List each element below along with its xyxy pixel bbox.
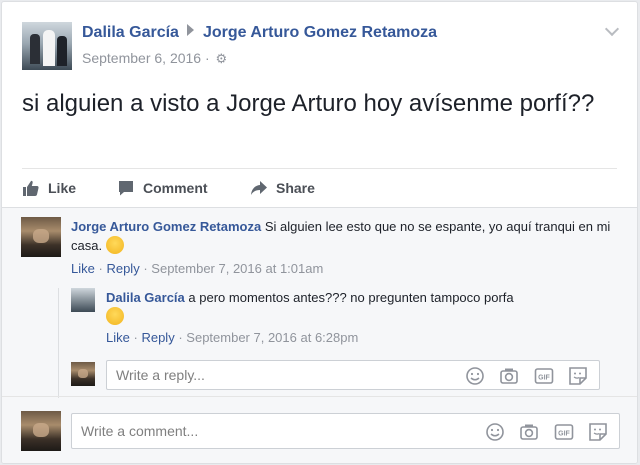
reply-input[interactable]: Write a reply... GIF bbox=[106, 360, 600, 390]
arrow-right-icon bbox=[186, 24, 194, 36]
comments-section: Jorge Arturo Gomez Retamoza Si alguien l… bbox=[2, 207, 637, 463]
reply-like-link[interactable]: Like bbox=[106, 330, 130, 345]
comment-actions: Like · Reply · September 7, 2016 at 1:01… bbox=[71, 261, 323, 276]
target-link[interactable]: Jorge Arturo Gomez Retamoza bbox=[203, 24, 437, 41]
svg-text:GIF: GIF bbox=[558, 431, 570, 438]
crying-emoji-icon bbox=[106, 307, 124, 325]
comment-like-link[interactable]: Like bbox=[71, 261, 95, 276]
smiley-icon[interactable] bbox=[484, 421, 506, 443]
post-text: si alguien a visto a Jorge Arturo hoy av… bbox=[22, 90, 595, 117]
divider bbox=[2, 396, 637, 397]
wink-emoji-icon bbox=[105, 236, 124, 254]
share-arrow-icon bbox=[251, 181, 267, 195]
reply-thread-line bbox=[58, 288, 59, 398]
gif-icon[interactable]: GIF bbox=[533, 365, 555, 387]
comment-reply-link[interactable]: Reply bbox=[106, 261, 139, 276]
share-label: Share bbox=[276, 180, 315, 196]
author-avatar[interactable] bbox=[22, 22, 72, 70]
reply-text: a pero momentos antes??? no pregunten ta… bbox=[188, 290, 514, 305]
privacy-gear-icon[interactable]: ⚙ bbox=[216, 51, 228, 66]
reply-reply-link[interactable]: Reply bbox=[141, 330, 174, 345]
svg-text:GIF: GIF bbox=[538, 375, 550, 382]
camera-icon[interactable] bbox=[498, 365, 520, 387]
comment-button[interactable]: Comment bbox=[117, 169, 208, 207]
post-header: Dalila García Jorge Arturo Gomez Retamoza… bbox=[2, 2, 637, 74]
sticker-icon[interactable] bbox=[587, 421, 609, 443]
like-label: Like bbox=[48, 180, 77, 196]
commenter-avatar[interactable] bbox=[21, 217, 61, 257]
comment-placeholder: Write a comment... bbox=[81, 423, 199, 439]
share-button[interactable]: Share bbox=[250, 169, 315, 207]
meta-separator: · bbox=[204, 50, 210, 66]
post-names: Dalila García Jorge Arturo Gomez Retamoza bbox=[82, 24, 437, 42]
camera-icon[interactable] bbox=[518, 421, 540, 443]
comment-author[interactable]: Jorge Arturo Gomez Retamoza bbox=[71, 219, 261, 234]
post-date[interactable]: September 6, 2016 bbox=[82, 50, 201, 66]
dot-separator: · bbox=[98, 261, 103, 276]
reply-author[interactable]: Dalila García bbox=[106, 290, 185, 305]
gif-icon[interactable]: GIF bbox=[553, 421, 575, 443]
divider bbox=[22, 168, 617, 169]
chevron-down-icon[interactable] bbox=[604, 21, 620, 37]
thumbs-up-icon bbox=[23, 180, 39, 196]
comment-bubble-icon bbox=[119, 181, 133, 196]
comment-input[interactable]: Write a comment... GIF bbox=[71, 413, 620, 449]
comment-timestamp[interactable]: September 7, 2016 at 1:01am bbox=[151, 261, 323, 276]
reply-author-avatar[interactable] bbox=[71, 288, 95, 312]
comment-label: Comment bbox=[143, 180, 208, 196]
sticker-icon[interactable] bbox=[567, 365, 589, 387]
current-user-avatar bbox=[71, 362, 95, 386]
dot-separator: · bbox=[143, 261, 148, 276]
author-link[interactable]: Dalila García bbox=[82, 24, 179, 41]
smiley-icon[interactable] bbox=[464, 365, 486, 387]
dot-separator: · bbox=[133, 330, 138, 345]
reply-actions: Like · Reply · September 7, 2016 at 6:28… bbox=[106, 330, 358, 345]
like-button[interactable]: Like bbox=[22, 169, 76, 207]
reply-timestamp[interactable]: September 7, 2016 at 6:28pm bbox=[186, 330, 358, 345]
dot-separator: · bbox=[178, 330, 183, 345]
comment-body: Jorge Arturo Gomez Retamoza Si alguien l… bbox=[71, 218, 626, 255]
reply-placeholder: Write a reply... bbox=[116, 367, 205, 383]
current-user-avatar bbox=[21, 411, 61, 451]
post-card: Dalila García Jorge Arturo Gomez Retamoza… bbox=[1, 1, 638, 464]
post-meta: September 6, 2016 · ⚙ bbox=[82, 50, 227, 67]
reply-body: Dalila García a pero momentos antes??? n… bbox=[106, 289, 626, 326]
